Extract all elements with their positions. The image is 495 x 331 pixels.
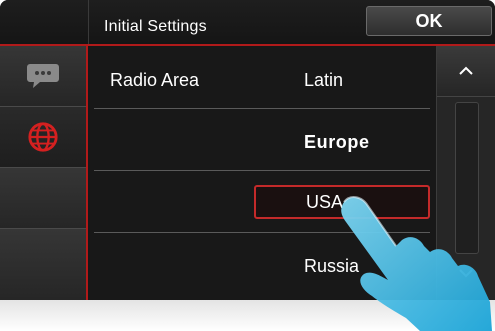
sidebar-item-region[interactable] xyxy=(0,107,86,168)
sidebar-item-chat[interactable] xyxy=(0,46,86,107)
option-latin[interactable]: Latin xyxy=(254,66,430,94)
globe-icon xyxy=(28,122,58,152)
pointing-hand-icon xyxy=(341,196,492,331)
row-divider xyxy=(94,170,430,171)
chat-bubble-icon xyxy=(27,64,59,88)
sidebar-item-empty-1[interactable] xyxy=(0,168,86,229)
header-corner xyxy=(0,0,89,44)
radio-area-label: Radio Area xyxy=(110,70,200,90)
header-bar: Initial Settings OK xyxy=(0,0,495,46)
scroll-up-button[interactable] xyxy=(437,46,495,97)
ok-button[interactable]: OK xyxy=(366,6,492,36)
row-divider xyxy=(94,108,430,109)
option-europe[interactable]: Europe xyxy=(254,128,430,156)
page-title: Initial Settings xyxy=(104,18,207,35)
sidebar-item-empty-2[interactable] xyxy=(0,229,86,300)
chevron-up-icon xyxy=(459,66,473,75)
sidebar xyxy=(0,46,88,300)
